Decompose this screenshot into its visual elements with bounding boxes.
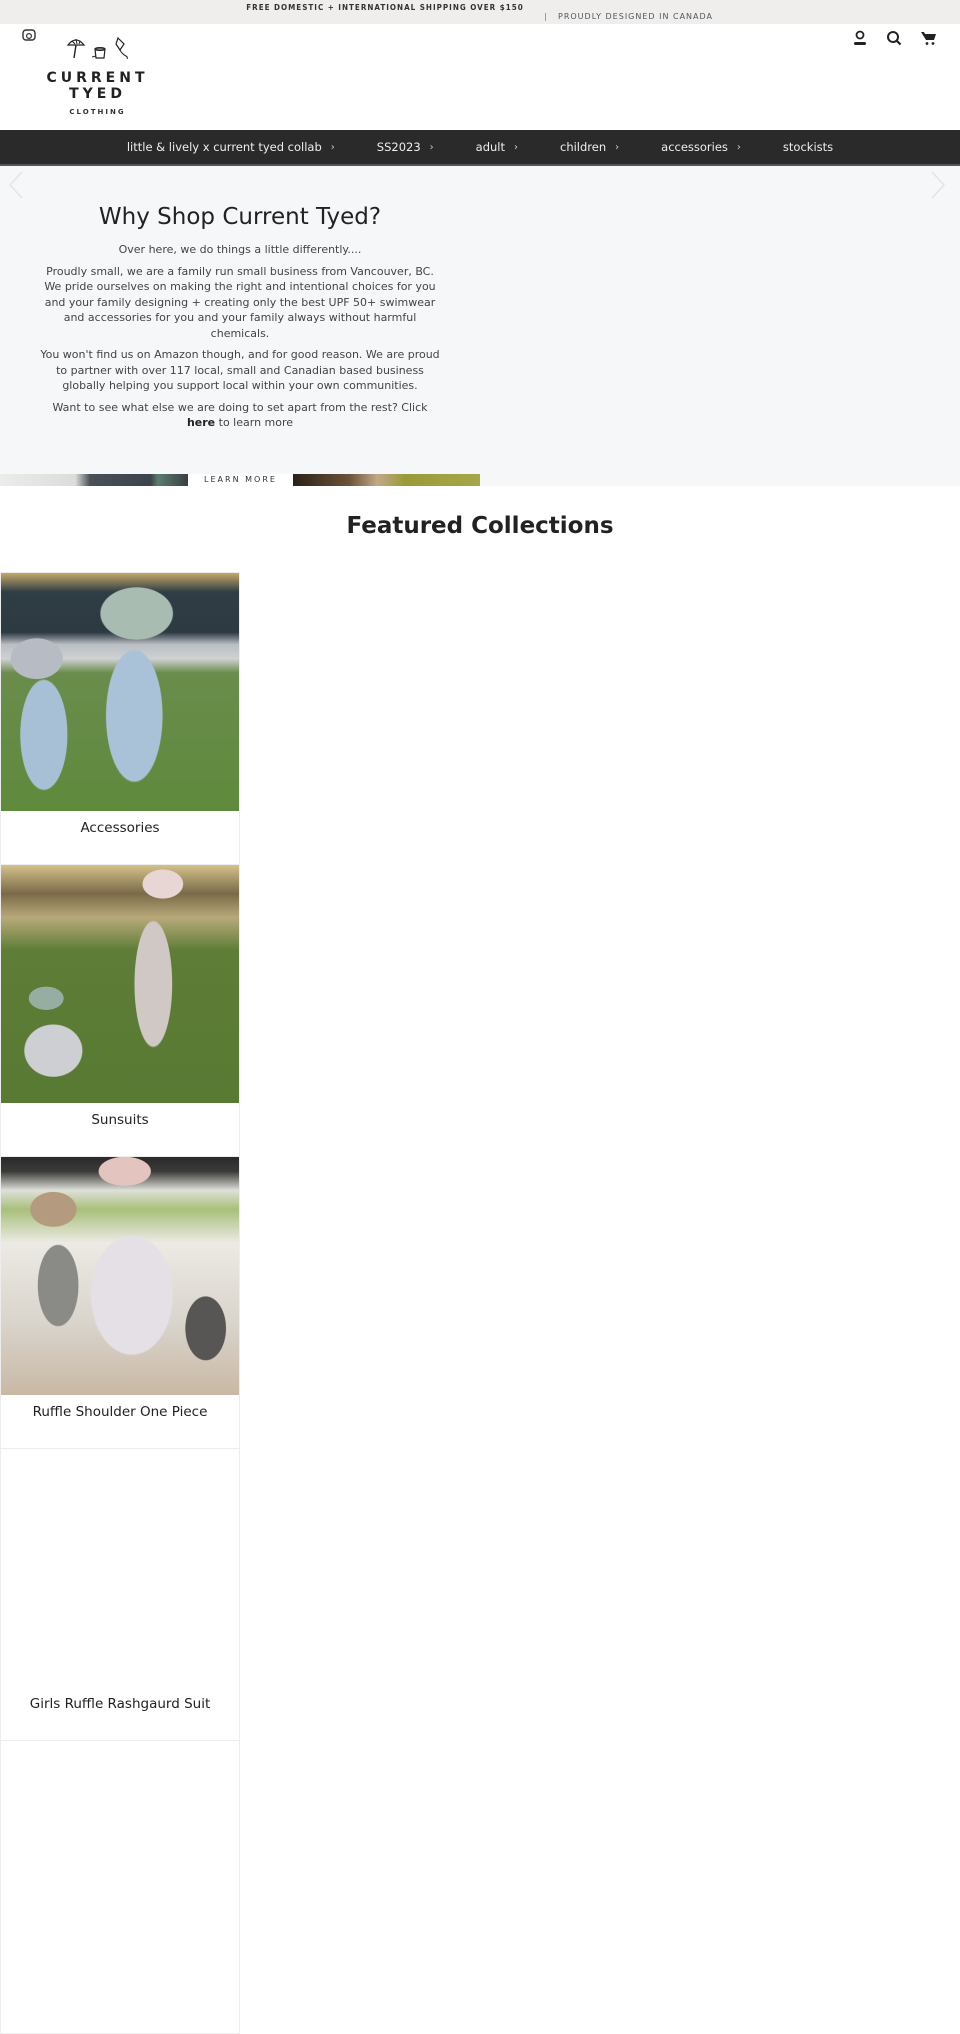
featured-collections-title: Featured Collections <box>346 513 614 539</box>
collection-image <box>1 1157 239 1395</box>
nav-label: accessories <box>661 140 728 154</box>
bucket-icon <box>91 47 106 59</box>
umbrella-icon <box>66 38 85 59</box>
collection-image <box>1 865 239 1103</box>
nav-label: adult <box>475 140 505 154</box>
logo-illustration <box>20 32 175 60</box>
nav-label: little & lively x current tyed collab <box>126 140 322 154</box>
hero-paragraph-2: You won't find us on Amazon though, and … <box>40 348 440 392</box>
hero-paragraph-3-tail: to learn more <box>218 416 294 429</box>
hero-paragraph-3: Want to see what else we are doing to se… <box>40 400 440 431</box>
chevron-right-icon: › <box>514 141 518 153</box>
hero-image-left <box>0 474 188 486</box>
slide-next-arrow-icon[interactable] <box>928 170 948 200</box>
hero-paragraph-3-text: Want to see what else we are doing to se… <box>52 400 428 414</box>
nav-label: SS2023 <box>376 140 421 154</box>
collection-card-accessories[interactable]: Accessories <box>0 572 240 866</box>
announcement-separator: | <box>544 12 548 21</box>
nav-item-ss2023[interactable]: SS2023 › <box>356 140 455 154</box>
collection-label: Accessories <box>80 820 160 836</box>
search-icon[interactable] <box>886 30 902 46</box>
collection-card-girls-ruffle-rashgaurd-suit[interactable]: Girls Ruffle Rashgaurd Suit <box>0 1448 240 1742</box>
nav-item-children[interactable]: children › <box>539 140 640 154</box>
chevron-right-icon: › <box>429 141 434 153</box>
cart-icon[interactable] <box>920 30 938 46</box>
collection-label: Sunsuits <box>91 1112 149 1128</box>
header-icons <box>852 30 938 46</box>
hero-paragraph-1: Proudly small, we are a family run small… <box>44 264 436 340</box>
nav-item-collab[interactable]: little & lively x current tyed collab › <box>106 140 356 154</box>
collection-image <box>1 1449 239 1687</box>
nav-item-accessories[interactable]: accessories › <box>640 140 762 154</box>
slide-prev-arrow-icon[interactable] <box>6 170 26 200</box>
kite-icon <box>114 36 128 60</box>
designed-announcement: PROUDLY DESIGNED IN CANADA <box>558 12 714 21</box>
site-header: CURRENT TYED CLOTHING <box>0 24 960 130</box>
collection-label: Girls Ruffle Rashgaurd Suit <box>29 1696 211 1712</box>
collection-card-ruffle-shoulder-one-piece[interactable]: Ruffle Shoulder One Piece <box>0 1156 240 1450</box>
collection-card-sunsuits[interactable]: Sunsuits <box>0 864 240 1158</box>
site-logo[interactable]: CURRENT TYED CLOTHING <box>20 32 175 116</box>
here-link[interactable]: here <box>187 416 215 429</box>
collection-image <box>1 573 239 811</box>
hero-slideshow: Why Shop Current Tyed? Over here, we do … <box>0 166 960 486</box>
nav-item-stockists[interactable]: stockists <box>762 140 854 154</box>
hero-image-right <box>293 474 480 486</box>
chevron-right-icon: › <box>330 141 335 153</box>
collection-card[interactable] <box>0 1740 240 2034</box>
hero-image-strip: LEARN MORE <box>0 474 480 486</box>
logo-subtitle: CLOTHING <box>69 108 126 116</box>
chevron-right-icon: › <box>615 141 620 153</box>
shipping-announcement: FREE DOMESTIC + INTERNATIONAL SHIPPING O… <box>246 3 524 12</box>
hero-intro: Over here, we do things a little differe… <box>118 243 362 256</box>
collection-label <box>1 1979 239 2033</box>
learn-more-button[interactable]: LEARN MORE <box>188 474 293 486</box>
hero-content: Why Shop Current Tyed? Over here, we do … <box>40 204 440 437</box>
hero-title: Why Shop Current Tyed? <box>98 204 382 230</box>
announcement-bar: FREE DOMESTIC + INTERNATIONAL SHIPPING O… <box>0 0 960 24</box>
main-nav: little & lively x current tyed collab › … <box>0 130 960 166</box>
logo-brand: CURRENT TYED <box>46 70 149 102</box>
chevron-right-icon: › <box>736 141 741 153</box>
nav-label: children <box>560 140 607 154</box>
collection-label: Ruffle Shoulder One Piece <box>32 1404 208 1420</box>
collection-image <box>1 1741 239 1979</box>
account-icon[interactable] <box>852 30 868 46</box>
nav-label: stockists <box>782 140 834 154</box>
nav-item-adult[interactable]: adult › <box>455 140 539 154</box>
